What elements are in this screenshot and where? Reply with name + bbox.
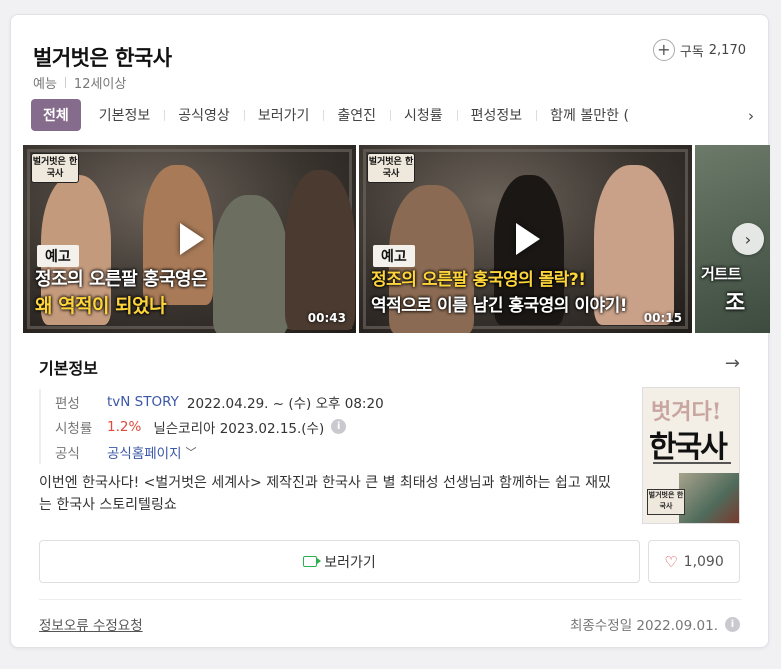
video-thumbnail[interactable]: 벌거벗은 한국사 예고 정조의 오른팔 홍국영의 몰락?! 역적으로 이름 남긴… — [359, 145, 692, 333]
program-title[interactable]: 벌거벗은 한국사 — [33, 42, 172, 72]
video-caption-line1: 정조의 오른팔 홍국영의 몰락?! — [371, 270, 586, 290]
tab-bar: 전체 기본정보 공식영상 보러가기 출연진 시청률 편성정보 함께 볼만한 ( — [31, 99, 759, 131]
plus-icon: + — [652, 39, 675, 61]
poster-illustration — [679, 473, 739, 523]
tab-ratings[interactable]: 시청률 — [390, 99, 457, 131]
official-homepage-link[interactable]: 공식홈페이지 — [107, 442, 182, 462]
program-card: 벌거벗은 한국사 + 구독 2,170 예능 12세이상 전체 기본정보 공식영… — [10, 14, 770, 648]
person-figure — [285, 170, 355, 330]
age-rating: 12세이상 — [73, 77, 127, 92]
tab-basic-info[interactable]: 기본정보 — [85, 99, 165, 131]
video-caption-line1: 정조의 오른팔 홍국영은 — [35, 269, 208, 290]
tab-official-video[interactable]: 공식영상 — [164, 99, 244, 131]
watch-button[interactable]: 보러가기 — [39, 540, 640, 583]
person-figure — [213, 195, 288, 333]
tab-recommended[interactable]: 함께 볼만한 ( — [536, 99, 643, 131]
info-row-rating: 시청률 1.2% 닐슨코리아 2023.02.15.(수) i — [55, 414, 384, 439]
genre: 예능 — [33, 77, 57, 92]
rating-value: 1.2% — [107, 418, 142, 435]
program-description: 이번엔 한국사다! <벌거벗은 세계사> 제작진과 한국사 큰 별 최태성 선생… — [39, 475, 611, 513]
heart-icon: ♡ — [664, 552, 678, 571]
like-count: 1,090 — [683, 553, 724, 570]
play-icon — [515, 223, 540, 255]
info-icon[interactable]: i — [725, 616, 740, 632]
tabs-fade — [688, 99, 748, 131]
preview-tag: 예고 — [37, 245, 79, 267]
meta-divider — [64, 77, 66, 88]
tab-all[interactable]: 전체 — [31, 99, 81, 131]
subscribe-button[interactable]: + 구독 2,170 — [652, 39, 746, 61]
last-modified-text: 최종수정일 2022.09.01. — [570, 618, 718, 634]
carousel-next-button[interactable]: › — [732, 223, 764, 255]
program-meta: 예능 12세이상 — [33, 73, 126, 92]
watch-button-label: 보러가기 — [324, 554, 376, 571]
info-icon[interactable]: i — [331, 419, 347, 434]
show-logo-badge: 벌거벗은 한국사 — [31, 153, 79, 183]
like-button[interactable]: ♡ 1,090 — [648, 540, 740, 583]
poster-logo-badge: 벌거벗은 한국사 — [647, 489, 685, 515]
video-duration: 00:15 — [643, 311, 682, 325]
info-row-official: 공식 공식홈페이지 ﹀ — [55, 439, 384, 464]
video-caption-line1: 거트트 — [701, 265, 741, 283]
play-icon — [179, 223, 204, 255]
preview-tag: 예고 — [373, 245, 415, 267]
chevron-right-icon: › — [744, 229, 752, 249]
divider — [39, 599, 742, 600]
info-rows: 편성 tvN STORY 2022.04.29. ~ (수) 오후 08:20 … — [39, 389, 384, 464]
tab-watch[interactable]: 보러가기 — [243, 99, 324, 131]
program-poster[interactable]: 벗겨다! 한국사 벌거벗은 한국사 — [642, 387, 740, 524]
video-caption-line2: 왜 역적이 되었나 — [35, 295, 167, 317]
info-label: 시청률 — [55, 420, 93, 437]
tab-schedule[interactable]: 편성정보 — [456, 99, 537, 131]
last-modified: 최종수정일 2022.09.01. i — [570, 614, 740, 634]
tabs-next-icon[interactable]: › — [748, 107, 754, 125]
chevron-down-icon[interactable]: ﹀ — [186, 444, 197, 460]
video-duration: 00:43 — [307, 311, 346, 325]
arrow-right-icon[interactable]: → — [725, 353, 740, 374]
poster-main-text: 한국사 — [649, 430, 728, 465]
info-row-schedule: 편성 tvN STORY 2022.04.29. ~ (수) 오후 08:20 — [55, 389, 384, 414]
tab-cast[interactable]: 출연진 — [323, 99, 390, 131]
subscribe-label: 구독 — [679, 44, 704, 60]
report-error-link[interactable]: 정보오류 수정요청 — [39, 614, 143, 634]
info-label: 편성 — [55, 395, 80, 412]
video-carousel: 벌거벗은 한국사 예고 정조의 오른팔 홍국영은 왜 역적이 되었나 00:43… — [23, 145, 770, 333]
section-heading-basic-info: 기본정보 — [39, 359, 98, 378]
subscribe-count: 2,170 — [708, 42, 746, 58]
video-caption-line2: 조 — [725, 291, 745, 316]
video-thumbnail[interactable]: 벌거벗은 한국사 예고 정조의 오른팔 홍국영은 왜 역적이 되었나 00:43 — [23, 145, 356, 333]
channel-link[interactable]: tvN STORY — [107, 394, 179, 410]
info-label: 공식 — [55, 445, 80, 462]
show-logo-badge: 벌거벗은 한국사 — [367, 153, 415, 183]
schedule-value: 2022.04.29. ~ (수) 오후 08:20 — [186, 395, 384, 412]
rating-source: 닐슨코리아 2023.02.15.(수) — [153, 420, 325, 437]
video-caption-line2: 역적으로 이름 남긴 홍국영의 이야기! — [371, 296, 628, 316]
video-play-icon — [303, 556, 322, 567]
